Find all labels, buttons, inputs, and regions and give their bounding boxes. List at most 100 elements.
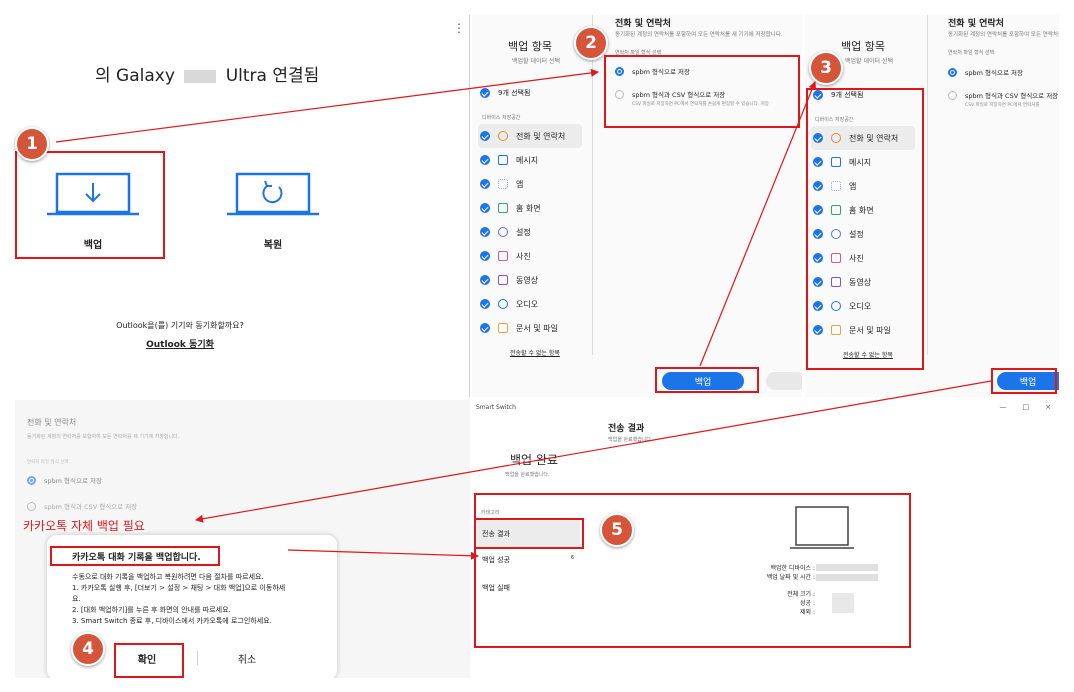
document-icon [498,323,508,333]
more-menu-icon[interactable]: ⋮ [453,21,465,35]
category-label: 앱 [516,179,524,189]
check-icon [480,155,490,165]
cannot-transfer-link[interactable]: 전송할 수 없는 항목 [510,348,560,357]
category-label: 홈 화면 [516,203,541,213]
option-spbm-label: spbm 형식으로 저장 [965,69,1023,77]
category-item[interactable]: 오디오 [478,292,582,316]
contact-icon [498,131,508,141]
outlook-question: Outlook을(를) 기기와 동기화할까요? [116,321,244,330]
title-prefix: 의 Galaxy [95,66,175,86]
check-icon [480,131,490,141]
radio-unselected-icon [948,90,957,100]
bg-format-label: 연락처 파일 형식 선택 [27,460,69,465]
check-icon [480,299,490,309]
dialog-line: 3. Smart Switch 종료 후, 디바이스에서 카카오톡에 로그인하세… [72,617,272,625]
option-spbm[interactable]: spbm 형식으로 저장 [948,67,1023,77]
step-badge-3: 3 [809,51,843,85]
restore-option[interactable]: 복원 [227,170,319,260]
home-icon [498,203,508,213]
category-item[interactable]: 사진 [478,244,582,268]
left-title: 백업 항목 [508,40,552,53]
radio-selected-icon [948,67,957,77]
category-item[interactable]: 홈 화면 [478,196,582,220]
done-subtitle: 백업을 완료했습니다. [505,472,550,478]
photo-icon [498,251,508,261]
dialog-line: 2. [대화 백업하기]를 누른 후 화면의 안내를 따르세요. [72,606,231,614]
category-item[interactable]: 문서 및 파일 [478,316,582,340]
category-label: 사진 [516,251,531,261]
apps-icon [498,179,508,189]
highlight-backup-button-p2 [655,367,759,393]
step-badge-5: 5 [600,513,634,547]
highlight-dialog-title [50,546,220,566]
highlight-category-list [806,88,924,370]
close-icon[interactable]: × [1045,403,1051,411]
laptop-restore-icon [227,172,319,216]
check-icon [480,251,490,261]
annotation-kakao-backup: 카카오톡 자체 백업 필요 [23,519,145,533]
header-title: 전송 결과 [608,424,645,434]
bg-option-spbm: spbm 형식으로 저장 [27,475,102,485]
category-item[interactable]: 동영상 [478,268,582,292]
option-csv-label: spbm 형식과 CSV 형식으로 저장 [965,92,1059,100]
category-list: 전화 및 연락처 메시지 앱 홈 화면 설정 사진 동영상 오디오 문서 및 파… [478,124,582,340]
check-icon [480,88,490,98]
outlook-sync-link[interactable]: Outlook 동기화 [15,337,345,350]
dialog-line: 1. 카카오톡 실행 후, [더보기 > 설정 > 채팅 > 대화 백업]으로 … [72,584,286,592]
bg-title: 전화 및 연락처 [27,418,77,427]
category-item[interactable]: 설정 [478,220,582,244]
button-divider [197,651,198,665]
title-suffix: Ultra 연결됨 [225,66,320,86]
header-subtitle: 백업을 완료했습니다. [608,437,653,443]
check-icon [480,203,490,213]
maximize-icon[interactable]: □ [1023,403,1030,411]
step-badge-1: 1 [15,127,49,161]
option-csv-desc: CSV 파일로 저장하면 PC에서 연락처를 [965,103,1040,108]
bg-desc: 동기화된 계정의 연락처를 포함하여 모든 연락처를 새 기기에 저장합니다. [27,434,180,440]
settings-icon [498,227,508,237]
category-label: 오디오 [516,299,539,309]
message-icon [498,155,508,165]
right-title: 전화 및 연락처 [948,19,1004,29]
minimize-icon[interactable]: — [1000,403,1007,411]
highlight-format-options [604,55,800,128]
category-label: 전화 및 연락처 [516,131,566,141]
category-item[interactable]: 메시지 [478,148,582,172]
check-icon [480,275,490,285]
left-title: 백업 항목 [841,40,885,53]
option-spbm-csv[interactable]: spbm 형식과 CSV 형식으로 저장 CSV 파일로 저장하면 PC에서 연… [948,90,1058,108]
check-icon [480,179,490,189]
highlight-result-area [474,493,911,648]
category-item[interactable]: 전화 및 연락처 [478,124,582,148]
window-controls: — □ × [1000,403,1052,411]
category-label: 동영상 [516,275,539,285]
radio-selected-icon [27,475,36,485]
audio-icon [498,299,508,309]
dialog-line: 요. [72,595,81,603]
highlight-backup-option [15,151,165,259]
app-title: Smart Switch [476,404,516,411]
category-label: 설정 [516,227,531,237]
video-icon [498,275,508,285]
highlight-backup-button-p3 [991,368,1057,394]
restore-label: 복원 [263,240,283,251]
dialog-body: 수동으로 대화 기록을 백업하고 복원하려면 다음 절차를 따르세요. 1. 카… [72,572,332,627]
bg-option1-label: spbm 형식으로 저장 [44,477,102,485]
step-badge-4: 4 [71,632,105,666]
bg-option2-label: spbm 형식과 CSV 형식으로 저장 [44,503,138,511]
check-icon [480,323,490,333]
right-title: 전화 및 연락처 [615,19,671,29]
right-desc: 동기화된 계정의 연락처를 포함하여 모든 연락처를 새 기기에 저장합니다. [948,32,1059,38]
left-subtitle: 백업할 데이터 선택 [845,58,893,65]
radio-unselected-icon [27,501,36,511]
category-item[interactable]: 앱 [478,172,582,196]
check-icon [480,227,490,237]
selected-count-label: 9개 선택됨 [498,89,531,97]
selected-count[interactable]: 9개 선택됨 [480,88,530,98]
device-storage-label: 디바이스 저장공간 [482,115,521,121]
cancel-button[interactable]: 취소 [217,651,277,666]
category-label: 메시지 [516,155,539,165]
bg-option-csv: spbm 형식과 CSV 형식으로 저장 [27,501,137,511]
cancel-button-partial[interactable] [766,372,802,390]
divider [927,15,928,355]
